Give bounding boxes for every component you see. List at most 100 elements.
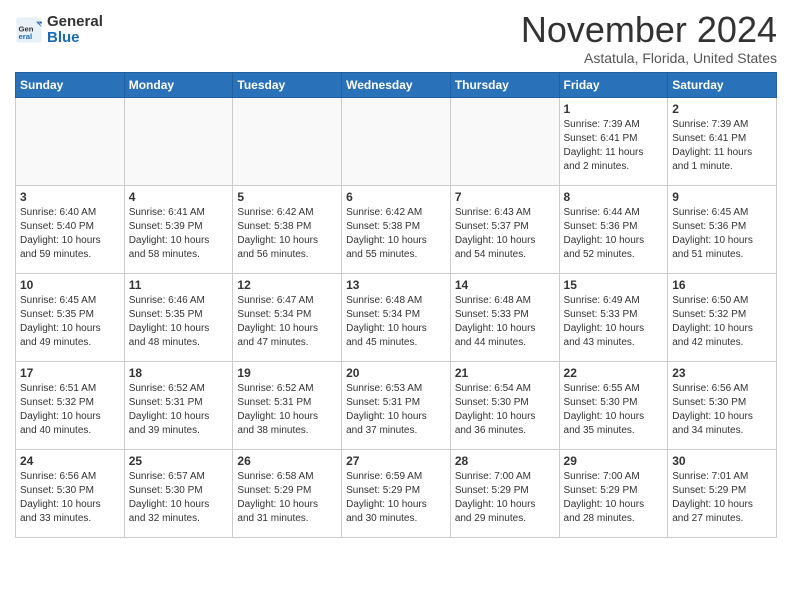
calendar-cell: 15Sunrise: 6:49 AM Sunset: 5:33 PM Dayli… (559, 273, 668, 361)
calendar-cell: 22 Sunrise: 6:55 AM Sunset: 5:30 PM Dayli… (559, 361, 668, 449)
calendar-cell: 6 Sunrise: 6:42 AM Sunset: 5:38 PM Daylig… (342, 185, 451, 273)
day-info: Sunrise: 6:51 AM Sunset: 5:32 PM Dayligh… (20, 382, 120, 438)
calendar-cell: 4 Sunrise: 6:41 AM Sunset: 5:39 PM Daylig… (124, 185, 233, 273)
calendar-cell: 1 Sunrise: 7:39 AM Sunset: 6:41 PM Daylig… (559, 97, 668, 185)
day-number: 14 (455, 278, 555, 292)
day-info: Sunrise: 6:52 AM Sunset: 5:31 PM Dayligh… (237, 382, 337, 438)
day-info: Sunrise: 6:42 AM Sunset: 5:38 PM Dayligh… (346, 206, 446, 262)
calendar-week-0: 1 Sunrise: 7:39 AM Sunset: 6:41 PM Daylig… (16, 97, 777, 185)
day-number: 18 (129, 366, 229, 380)
day-info: Sunrise: 6:55 AM Sunset: 5:30 PM Dayligh… (564, 382, 664, 438)
day-number: 2 (672, 102, 772, 116)
day-info: Sunrise: 7:00 AM Sunset: 5:29 PM Dayligh… (564, 470, 664, 526)
logo: Gen eral General Blue (15, 14, 103, 46)
day-number: 24 (20, 454, 120, 468)
day-info: Sunrise: 6:58 AM Sunset: 5:29 PM Dayligh… (237, 470, 337, 526)
calendar-cell: 19 Sunrise: 6:52 AM Sunset: 5:31 PM Dayli… (233, 361, 342, 449)
calendar-cell: 10 Sunrise: 6:45 AM Sunset: 5:35 PM Dayli… (16, 273, 125, 361)
day-info: Sunrise: 7:39 AM Sunset: 6:41 PM Dayligh… (564, 118, 664, 174)
calendar-week-1: 3Sunrise: 6:40 AM Sunset: 5:40 PM Daylig… (16, 185, 777, 273)
day-info: Sunrise: 6:52 AM Sunset: 5:31 PM Dayligh… (129, 382, 229, 438)
day-number: 12 (237, 278, 337, 292)
day-number: 16 (672, 278, 772, 292)
calendar-cell: 28 Sunrise: 7:00 AM Sunset: 5:29 PM Dayli… (450, 449, 559, 537)
page-container: Gen eral General Blue November 2024 Asta… (0, 0, 792, 548)
calendar-cell: 25 Sunrise: 6:57 AM Sunset: 5:30 PM Dayli… (124, 449, 233, 537)
day-info: Sunrise: 6:48 AM Sunset: 5:33 PM Dayligh… (455, 294, 555, 350)
day-info: Sunrise: 6:46 AM Sunset: 5:35 PM Dayligh… (129, 294, 229, 350)
day-number: 20 (346, 366, 446, 380)
day-number: 11 (129, 278, 229, 292)
day-number: 6 (346, 190, 446, 204)
day-number: 30 (672, 454, 772, 468)
month-title: November 2024 (521, 10, 777, 50)
day-number: 25 (129, 454, 229, 468)
calendar-week-3: 17 Sunrise: 6:51 AM Sunset: 5:32 PM Dayli… (16, 361, 777, 449)
day-number: 28 (455, 454, 555, 468)
col-thursday: Thursday (450, 72, 559, 97)
day-info: Sunrise: 7:01 AM Sunset: 5:29 PM Dayligh… (672, 470, 772, 526)
calendar-cell: 20 Sunrise: 6:53 AM Sunset: 5:31 PM Dayli… (342, 361, 451, 449)
calendar-cell: 8Sunrise: 6:44 AM Sunset: 5:36 PM Daylig… (559, 185, 668, 273)
col-sunday: Sunday (16, 72, 125, 97)
calendar-cell: 7 Sunrise: 6:43 AM Sunset: 5:37 PM Daylig… (450, 185, 559, 273)
day-info: Sunrise: 6:59 AM Sunset: 5:29 PM Dayligh… (346, 470, 446, 526)
day-number: 10 (20, 278, 120, 292)
col-tuesday: Tuesday (233, 72, 342, 97)
day-number: 19 (237, 366, 337, 380)
calendar-cell: 14 Sunrise: 6:48 AM Sunset: 5:33 PM Dayli… (450, 273, 559, 361)
calendar-cell: 30 Sunrise: 7:01 AM Sunset: 5:29 PM Dayli… (668, 449, 777, 537)
day-info: Sunrise: 6:44 AM Sunset: 5:36 PM Dayligh… (564, 206, 664, 262)
day-info: Sunrise: 6:41 AM Sunset: 5:39 PM Dayligh… (129, 206, 229, 262)
calendar-cell: 12Sunrise: 6:47 AM Sunset: 5:34 PM Dayli… (233, 273, 342, 361)
day-info: Sunrise: 6:50 AM Sunset: 5:32 PM Dayligh… (672, 294, 772, 350)
calendar-week-4: 24Sunrise: 6:56 AM Sunset: 5:30 PM Dayli… (16, 449, 777, 537)
day-number: 7 (455, 190, 555, 204)
day-number: 27 (346, 454, 446, 468)
day-number: 13 (346, 278, 446, 292)
day-number: 5 (237, 190, 337, 204)
day-info: Sunrise: 6:56 AM Sunset: 5:30 PM Dayligh… (672, 382, 772, 438)
day-number: 15 (564, 278, 664, 292)
calendar-cell: 11 Sunrise: 6:46 AM Sunset: 5:35 PM Dayli… (124, 273, 233, 361)
day-number: 22 (564, 366, 664, 380)
day-number: 3 (20, 190, 120, 204)
calendar-week-2: 10 Sunrise: 6:45 AM Sunset: 5:35 PM Dayli… (16, 273, 777, 361)
calendar-cell: 17 Sunrise: 6:51 AM Sunset: 5:32 PM Dayli… (16, 361, 125, 449)
day-number: 1 (564, 102, 664, 116)
day-info: Sunrise: 6:57 AM Sunset: 5:30 PM Dayligh… (129, 470, 229, 526)
col-wednesday: Wednesday (342, 72, 451, 97)
logo-icon: Gen eral (15, 16, 43, 44)
calendar-cell: 26 Sunrise: 6:58 AM Sunset: 5:29 PM Dayli… (233, 449, 342, 537)
calendar-header-row: Sunday Monday Tuesday Wednesday Thursday… (16, 72, 777, 97)
page-header: Gen eral General Blue November 2024 Asta… (15, 10, 777, 66)
day-number: 4 (129, 190, 229, 204)
day-info: Sunrise: 6:45 AM Sunset: 5:35 PM Dayligh… (20, 294, 120, 350)
day-info: Sunrise: 6:53 AM Sunset: 5:31 PM Dayligh… (346, 382, 446, 438)
calendar-cell (16, 97, 125, 185)
day-number: 26 (237, 454, 337, 468)
day-info: Sunrise: 7:00 AM Sunset: 5:29 PM Dayligh… (455, 470, 555, 526)
day-info: Sunrise: 7:39 AM Sunset: 6:41 PM Dayligh… (672, 118, 772, 174)
calendar-cell: 18 Sunrise: 6:52 AM Sunset: 5:31 PM Dayli… (124, 361, 233, 449)
svg-text:eral: eral (19, 32, 33, 41)
day-info: Sunrise: 6:43 AM Sunset: 5:37 PM Dayligh… (455, 206, 555, 262)
calendar-cell: 5 Sunrise: 6:42 AM Sunset: 5:38 PM Daylig… (233, 185, 342, 273)
calendar-cell (124, 97, 233, 185)
day-number: 23 (672, 366, 772, 380)
calendar-table: Sunday Monday Tuesday Wednesday Thursday… (15, 72, 777, 538)
col-monday: Monday (124, 72, 233, 97)
location: Astatula, Florida, United States (521, 50, 777, 66)
calendar-cell: 27 Sunrise: 6:59 AM Sunset: 5:29 PM Dayli… (342, 449, 451, 537)
day-info: Sunrise: 6:42 AM Sunset: 5:38 PM Dayligh… (237, 206, 337, 262)
col-saturday: Saturday (668, 72, 777, 97)
logo-text: General Blue (47, 14, 103, 46)
calendar-cell: 2 Sunrise: 7:39 AM Sunset: 6:41 PM Daylig… (668, 97, 777, 185)
calendar-cell: 23 Sunrise: 6:56 AM Sunset: 5:30 PM Dayli… (668, 361, 777, 449)
col-friday: Friday (559, 72, 668, 97)
day-info: Sunrise: 6:45 AM Sunset: 5:36 PM Dayligh… (672, 206, 772, 262)
day-number: 17 (20, 366, 120, 380)
calendar-cell (233, 97, 342, 185)
day-info: Sunrise: 6:54 AM Sunset: 5:30 PM Dayligh… (455, 382, 555, 438)
day-number: 9 (672, 190, 772, 204)
